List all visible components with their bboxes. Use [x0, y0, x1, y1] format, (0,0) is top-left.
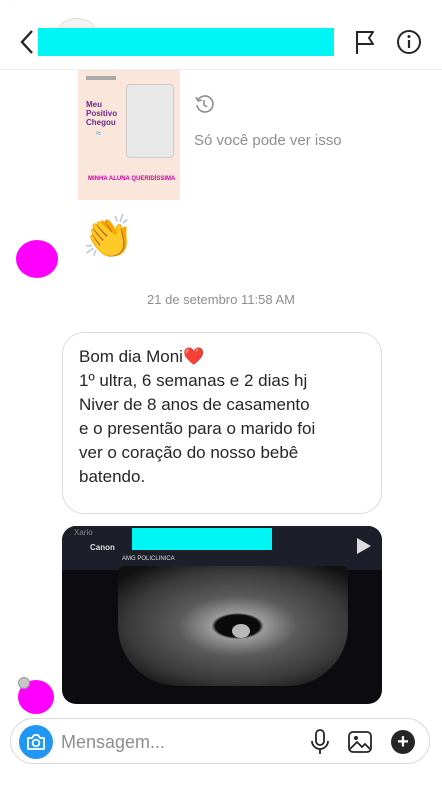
thumbnail-header-bar — [86, 76, 116, 80]
shared-post-thumbnail[interactable]: Meu Positivo Chegou ≈ MINHA ALUNA QUERID… — [78, 70, 180, 200]
report-button[interactable] — [354, 29, 376, 55]
add-content-button[interactable]: + — [391, 730, 415, 754]
info-button[interactable] — [396, 29, 422, 55]
redacted-patient-info — [132, 528, 272, 550]
message-line-6: batendo. — [79, 467, 146, 486]
flag-icon — [356, 31, 374, 54]
message-bubble[interactable]: Bom dia Moni❤️ 1º ultra, 6 semanas e 2 d… — [62, 332, 382, 514]
info-icon — [397, 30, 421, 54]
message-line-5: ver o coração do nosso bebê — [79, 443, 299, 462]
heart-emoji: ❤️ — [182, 347, 205, 366]
microphone-button[interactable] — [309, 728, 331, 756]
thumbnail-wave-icon: ≈ — [96, 128, 101, 138]
ultrasound-video[interactable]: Xario Canon AMG POLICLINICA — [62, 526, 382, 704]
signal-indicator: ▪▪▪ — [8, 0, 19, 5]
camera-button[interactable] — [19, 725, 53, 759]
message-composer: + — [10, 718, 430, 764]
clapping-hands-emoji[interactable]: 👏 — [82, 210, 134, 264]
message-line-2: 1º ultra, 6 semanas e 2 dias hj — [79, 371, 308, 390]
back-button[interactable] — [16, 28, 40, 56]
chevron-left-icon — [20, 30, 33, 54]
camera-icon — [27, 734, 45, 750]
ultrasound-brand: Canon — [90, 543, 115, 552]
ultrasound-model: Xario — [74, 528, 93, 537]
redacted-contact-name[interactable] — [38, 28, 334, 56]
message-timestamp: 21 de setembro 11:58 AM — [147, 292, 295, 307]
message-line-1: Bom dia Moni❤️ — [79, 347, 205, 366]
fetus-image — [232, 624, 250, 638]
status-bar: ▪▪▪ — [0, 0, 442, 8]
thumbnail-phone-image — [126, 84, 174, 158]
history-icon — [194, 94, 214, 114]
message-input[interactable] — [61, 727, 291, 757]
ultrasound-clinic: AMG POLICLINICA — [122, 556, 175, 562]
visibility-note: Só você pode ver isso — [194, 132, 342, 149]
microphone-icon — [311, 729, 329, 754]
chat-header — [0, 14, 442, 70]
play-icon[interactable] — [352, 536, 374, 556]
thumbnail-title: Meu Positivo Chegou — [86, 100, 118, 127]
thumbnail-caption: MINHA ALUNA QUERIDÍSSIMA — [88, 176, 176, 182]
message-line-4: e o presentão para o marido foi — [79, 419, 316, 438]
gallery-button[interactable] — [347, 730, 373, 754]
message-line-3: Niver de 8 anos de casamento — [79, 395, 310, 414]
gallery-icon — [348, 731, 372, 753]
sender-avatar[interactable] — [16, 240, 58, 278]
avatar-badge — [18, 677, 30, 689]
